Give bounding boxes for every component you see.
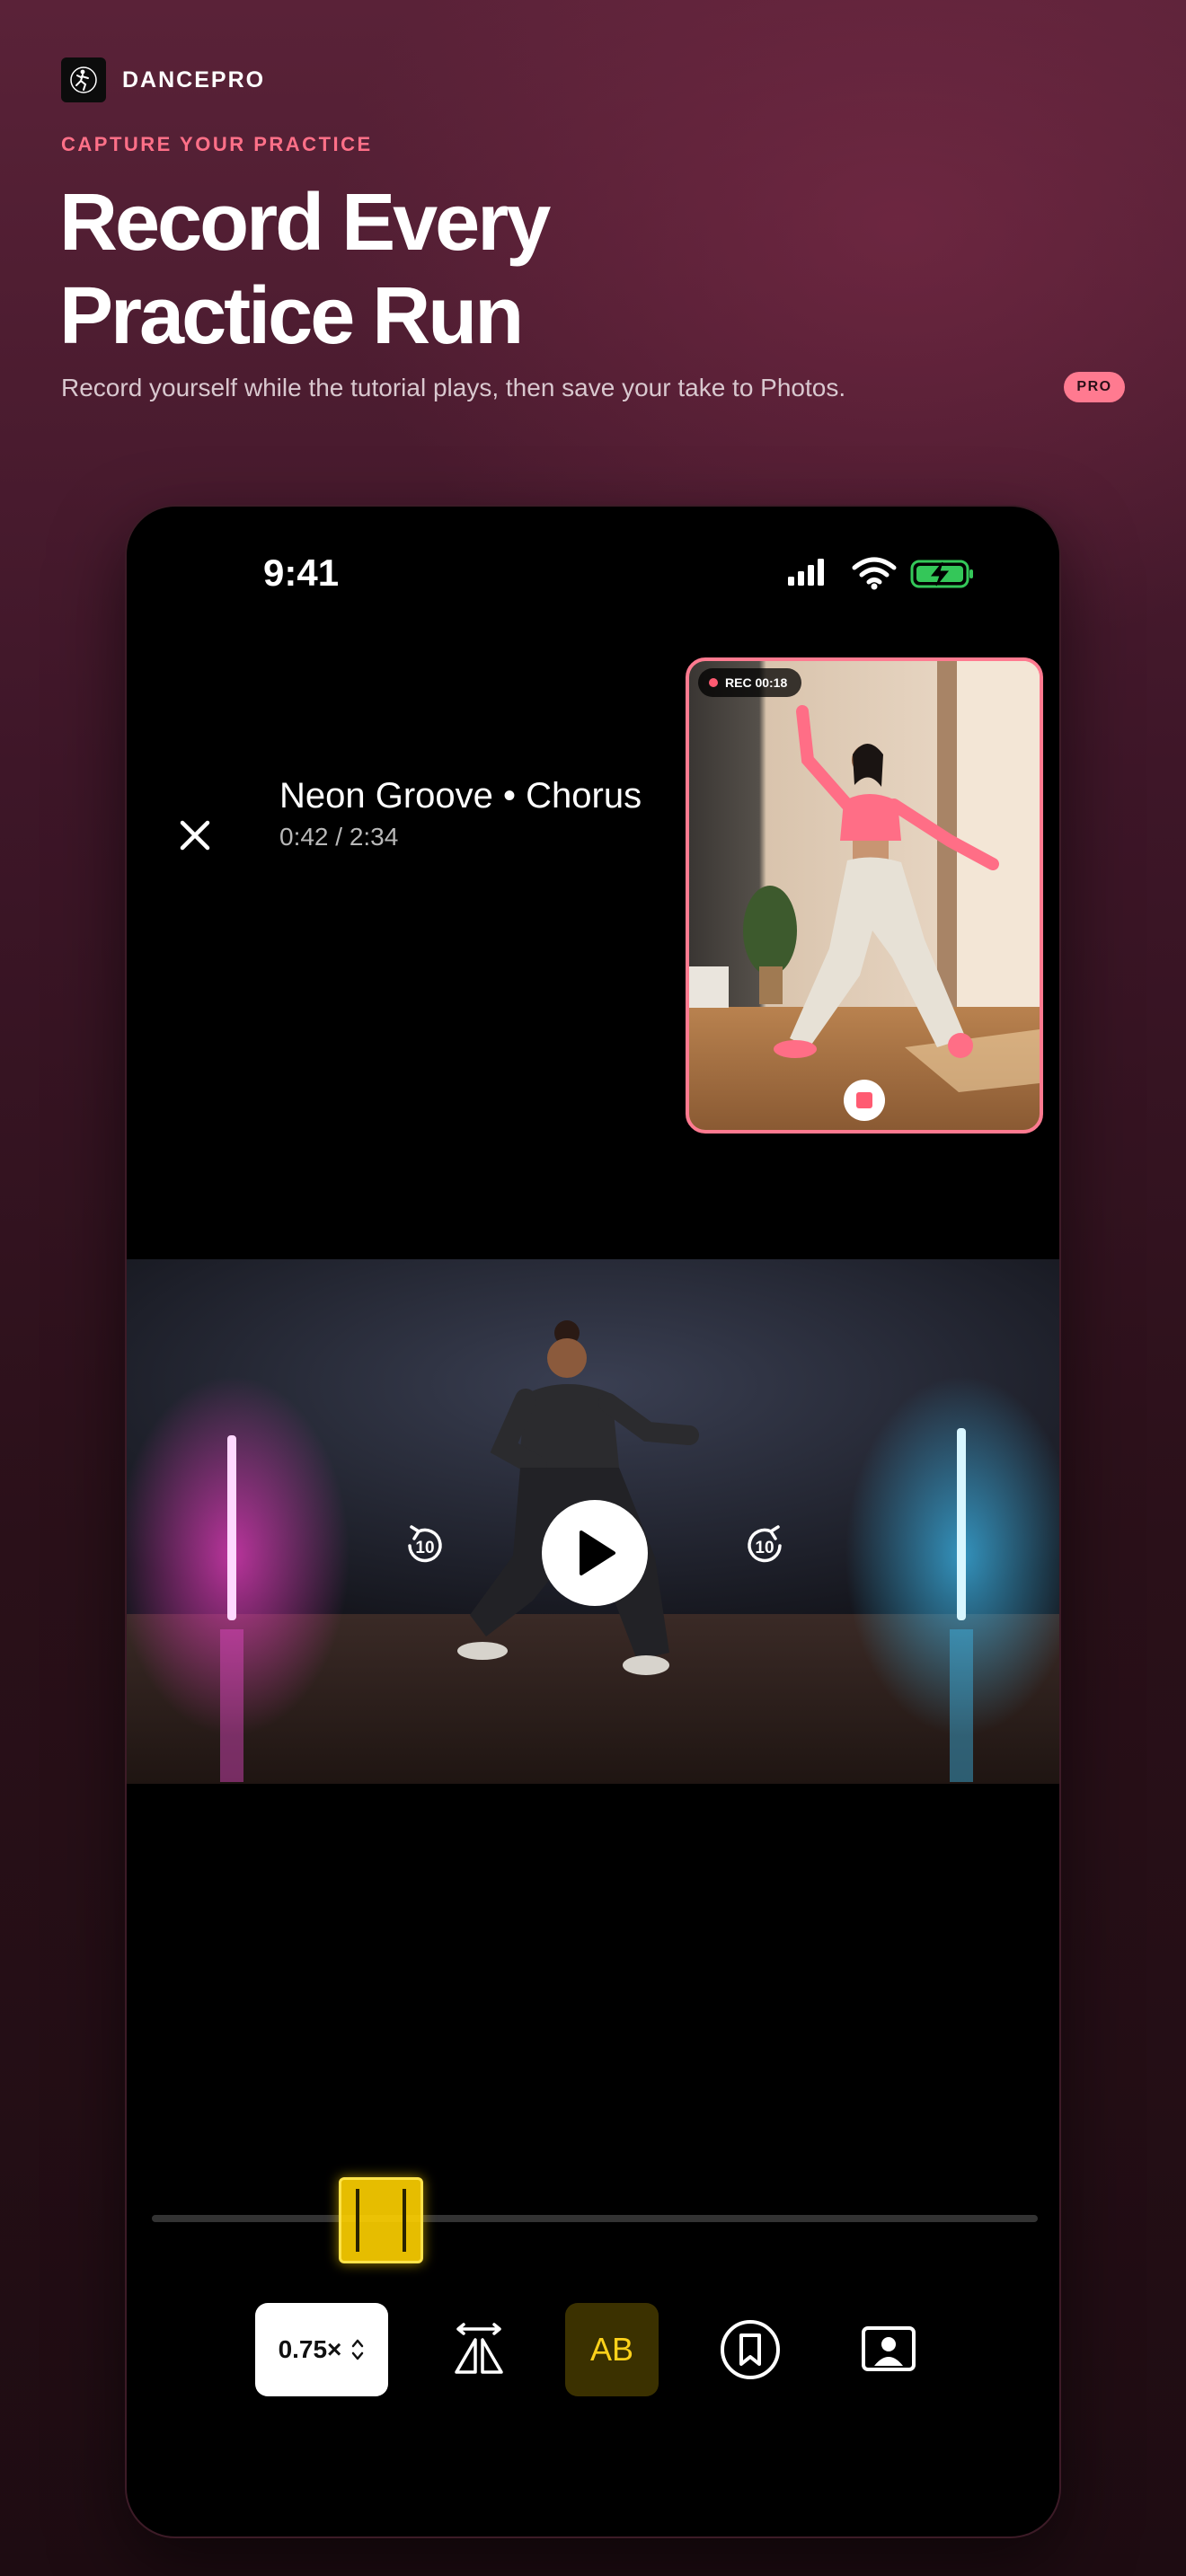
skip-forward-icon[interactable]: 10 bbox=[739, 1520, 791, 1572]
ab-loop-button[interactable]: AB bbox=[565, 2303, 659, 2396]
playback-speed-value: 0.75× bbox=[278, 2335, 342, 2363]
recording-dot bbox=[709, 678, 718, 687]
timeline-scrubber[interactable] bbox=[152, 2215, 1038, 2222]
ab-loop-handle[interactable] bbox=[339, 2177, 423, 2263]
recording-indicator: REC 00:18 bbox=[698, 668, 802, 697]
battery-charging-icon bbox=[910, 560, 973, 588]
page-title: Record Every Practice Run bbox=[59, 176, 958, 363]
bookmark-circle-icon bbox=[721, 2320, 780, 2379]
loop-handle-grip bbox=[356, 2189, 406, 2252]
playback-speed-button[interactable]: 0.75× bbox=[255, 2303, 388, 2396]
mirror-button[interactable] bbox=[432, 2303, 526, 2396]
video-title: Neon Groove • Chorus bbox=[279, 776, 642, 816]
person-frame-icon bbox=[862, 2326, 916, 2371]
camera-scene-image bbox=[689, 661, 1040, 1130]
mirror-icon bbox=[455, 2323, 503, 2374]
recording-time: REC 00:18 bbox=[725, 675, 788, 690]
wifi-icon bbox=[852, 557, 897, 590]
phone-frame: 9:41 Neon Groove • Chorus 0:42 / 2:34 RE… bbox=[125, 505, 1061, 2538]
stop-icon bbox=[856, 1092, 872, 1108]
video-time: 0:42 / 2:34 bbox=[279, 823, 399, 851]
headline-line-2: Practice Run bbox=[59, 271, 524, 361]
skip-forward-label: 10 bbox=[755, 1539, 774, 1557]
close-icon[interactable] bbox=[168, 808, 222, 862]
status-time: 9:41 bbox=[263, 551, 340, 594]
status-icons bbox=[788, 557, 973, 590]
camera-preview[interactable]: REC 00:18 bbox=[686, 657, 1043, 1134]
skip-back-label: 10 bbox=[415, 1539, 434, 1557]
bookmark-button[interactable] bbox=[704, 2303, 797, 2396]
dancer-logo-icon bbox=[61, 57, 106, 102]
page-subtitle: Record yourself while the tutorial plays… bbox=[61, 374, 846, 401]
brand-name: DANCEPRO bbox=[122, 66, 266, 93]
chevron-up-down-icon bbox=[352, 2339, 364, 2360]
camera-toggle-button[interactable] bbox=[842, 2303, 935, 2396]
ab-loop-label: AB bbox=[589, 2331, 634, 2368]
play-icon bbox=[580, 1531, 615, 1575]
skip-back-icon[interactable]: 10 bbox=[399, 1520, 451, 1572]
play-button[interactable] bbox=[542, 1500, 648, 1606]
stop-recording-button[interactable] bbox=[844, 1080, 885, 1121]
headline-line-1: Record Every bbox=[59, 178, 551, 268]
brand: DANCEPRO bbox=[61, 57, 265, 102]
signal-icon bbox=[788, 559, 824, 586]
pro-badge: PRO bbox=[1064, 372, 1125, 402]
eyebrow-text: CAPTURE YOUR PRACTICE bbox=[61, 133, 373, 155]
